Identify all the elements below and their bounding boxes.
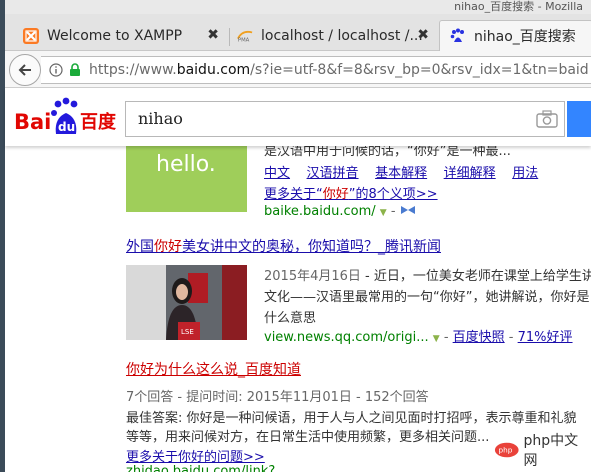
tab-xampp[interactable]: Welcome to XAMPP ✖ bbox=[5, 22, 227, 50]
result-url[interactable]: view.news.qq.com/origi... bbox=[264, 330, 429, 345]
baidu-paw-icon bbox=[450, 28, 466, 44]
svg-text:php: php bbox=[499, 446, 513, 455]
sublink[interactable]: 中文 bbox=[264, 166, 290, 181]
php-logo-icon: php bbox=[494, 442, 519, 458]
result-date: 2015年4月16日 bbox=[264, 269, 361, 284]
result-snippet: 最佳答案: 你好是一种问候语，用于人与人之间见面时打招呼，表示尊重和礼貌 bbox=[126, 411, 577, 426]
result-url[interactable]: baike.baidu.com/ bbox=[264, 204, 376, 219]
close-tab-icon[interactable]: ✖ bbox=[417, 27, 429, 43]
url-text: https://www.baidu.com/s?ie=utf-8&f=8&rsv… bbox=[89, 62, 589, 78]
window-title: nihao_百度搜索 - Mozilla bbox=[454, 0, 583, 13]
search-input[interactable]: nihao bbox=[125, 101, 565, 137]
result-sublinks: 中文 汉语拼音 基本解释 详细解释 用法 bbox=[264, 162, 538, 181]
dropdown-arrow-icon[interactable]: ▼ bbox=[433, 334, 440, 344]
sublink[interactable]: 汉语拼音 bbox=[307, 166, 359, 181]
watermark-text: php中文网 bbox=[523, 433, 579, 469]
logo-du: du bbox=[58, 120, 75, 134]
more-link[interactable]: 更多关于你好的问题>> bbox=[126, 446, 265, 465]
phpmyadmin-icon: PMA bbox=[237, 28, 253, 44]
window-title-bar: nihao_百度搜索 - Mozilla bbox=[0, 0, 591, 14]
tab-label: Welcome to XAMPP bbox=[47, 28, 183, 44]
dropdown-arrow-icon[interactable]: ▼ bbox=[380, 208, 387, 218]
tab-label: localhost / localhost /... bbox=[261, 28, 423, 44]
result-thumbnail[interactable]: hello. bbox=[126, 146, 247, 212]
logo-cn: 百度 bbox=[80, 111, 117, 133]
sublink[interactable]: 详细解释 bbox=[444, 166, 496, 181]
result-title[interactable]: 外国你好美女讲中文的奥秘，你知道吗？_腾讯新闻 bbox=[126, 236, 441, 256]
rating-link[interactable]: 71%好评 bbox=[518, 330, 573, 345]
search-query: nihao bbox=[138, 109, 183, 128]
back-arrow-icon bbox=[18, 64, 31, 76]
camera-icon[interactable] bbox=[536, 109, 558, 129]
sublink[interactable]: 用法 bbox=[512, 166, 538, 181]
result-url[interactable]: zhidao.baidu.com/link?... bbox=[126, 464, 288, 472]
snapshot-link[interactable]: 百度快照 bbox=[453, 330, 505, 345]
svg-text:PMA: PMA bbox=[238, 37, 250, 43]
more-link[interactable]: 更多关于“你好”的8个义项>> bbox=[264, 183, 438, 202]
search-button[interactable] bbox=[567, 101, 591, 137]
tab-label: nihao_百度搜索 bbox=[474, 29, 576, 45]
tab-strip: Welcome to XAMPP ✖ PMA localhost / local… bbox=[5, 14, 591, 51]
result-url-row: baike.baidu.com/ ▼ - bbox=[264, 204, 416, 219]
navigation-bar: https://www.baidu.com/s?ie=utf-8&f=8&rsv… bbox=[5, 51, 591, 88]
result-title[interactable]: 你好为什么这么说_百度知道 bbox=[126, 359, 301, 379]
result-snippet: 等等，用来问候对方，在日常生活中使用频繁，更多相关问题... bbox=[126, 430, 490, 445]
bow-icon bbox=[400, 206, 415, 214]
result-snippet: 文化——汉语里最常用的一句“你好”，她讲解说，你好是 bbox=[264, 290, 590, 305]
svg-text:LSE: LSE bbox=[181, 328, 194, 336]
url-bar[interactable]: https://www.baidu.com/s?ie=utf-8&f=8&rsv… bbox=[41, 56, 591, 84]
result-url-row: view.news.qq.com/origi... ▼ - 百度快照 - 71%… bbox=[264, 330, 573, 345]
results-area: hello. 是汉语中用于问候的话，“你好”是一种最... 中文 汉语拼音 基本… bbox=[0, 146, 591, 472]
lock-icon bbox=[70, 63, 80, 76]
tab-baidu[interactable]: nihao_百度搜索 bbox=[439, 20, 591, 51]
close-tab-icon[interactable]: ✖ bbox=[207, 27, 219, 43]
php-cn-watermark: php php中文网 bbox=[494, 433, 586, 469]
tab-phpmyadmin[interactable]: PMA localhost / localhost /... ✖ bbox=[219, 22, 437, 50]
sublink[interactable]: 基本解释 bbox=[375, 166, 427, 181]
baidu-logo[interactable]: Bai du 百度 bbox=[14, 96, 122, 136]
baidu-header: Bai du 百度 nihao bbox=[5, 88, 591, 146]
result-snippet: 是汉语中用于问候的话，“你好”是一种最... bbox=[264, 146, 511, 159]
logo-bai: Bai bbox=[14, 110, 51, 134]
info-icon[interactable] bbox=[49, 63, 63, 77]
result-meta: 7个回答 - 提问时间: 2015年11月01日 - 152个回答 bbox=[126, 390, 429, 405]
result-snippet: 2015年4月16日 - 近日，一位美女老师在课堂上给学生讲解中国 bbox=[264, 269, 591, 284]
result-snippet: 什么意思 bbox=[264, 311, 317, 326]
thumbnail-text: hello. bbox=[156, 152, 216, 177]
back-button[interactable] bbox=[9, 54, 41, 86]
result-url-row: zhidao.baidu.com/link?... bbox=[126, 464, 288, 472]
video-thumbnail[interactable]: LSE bbox=[126, 265, 247, 340]
xampp-icon bbox=[23, 28, 39, 44]
